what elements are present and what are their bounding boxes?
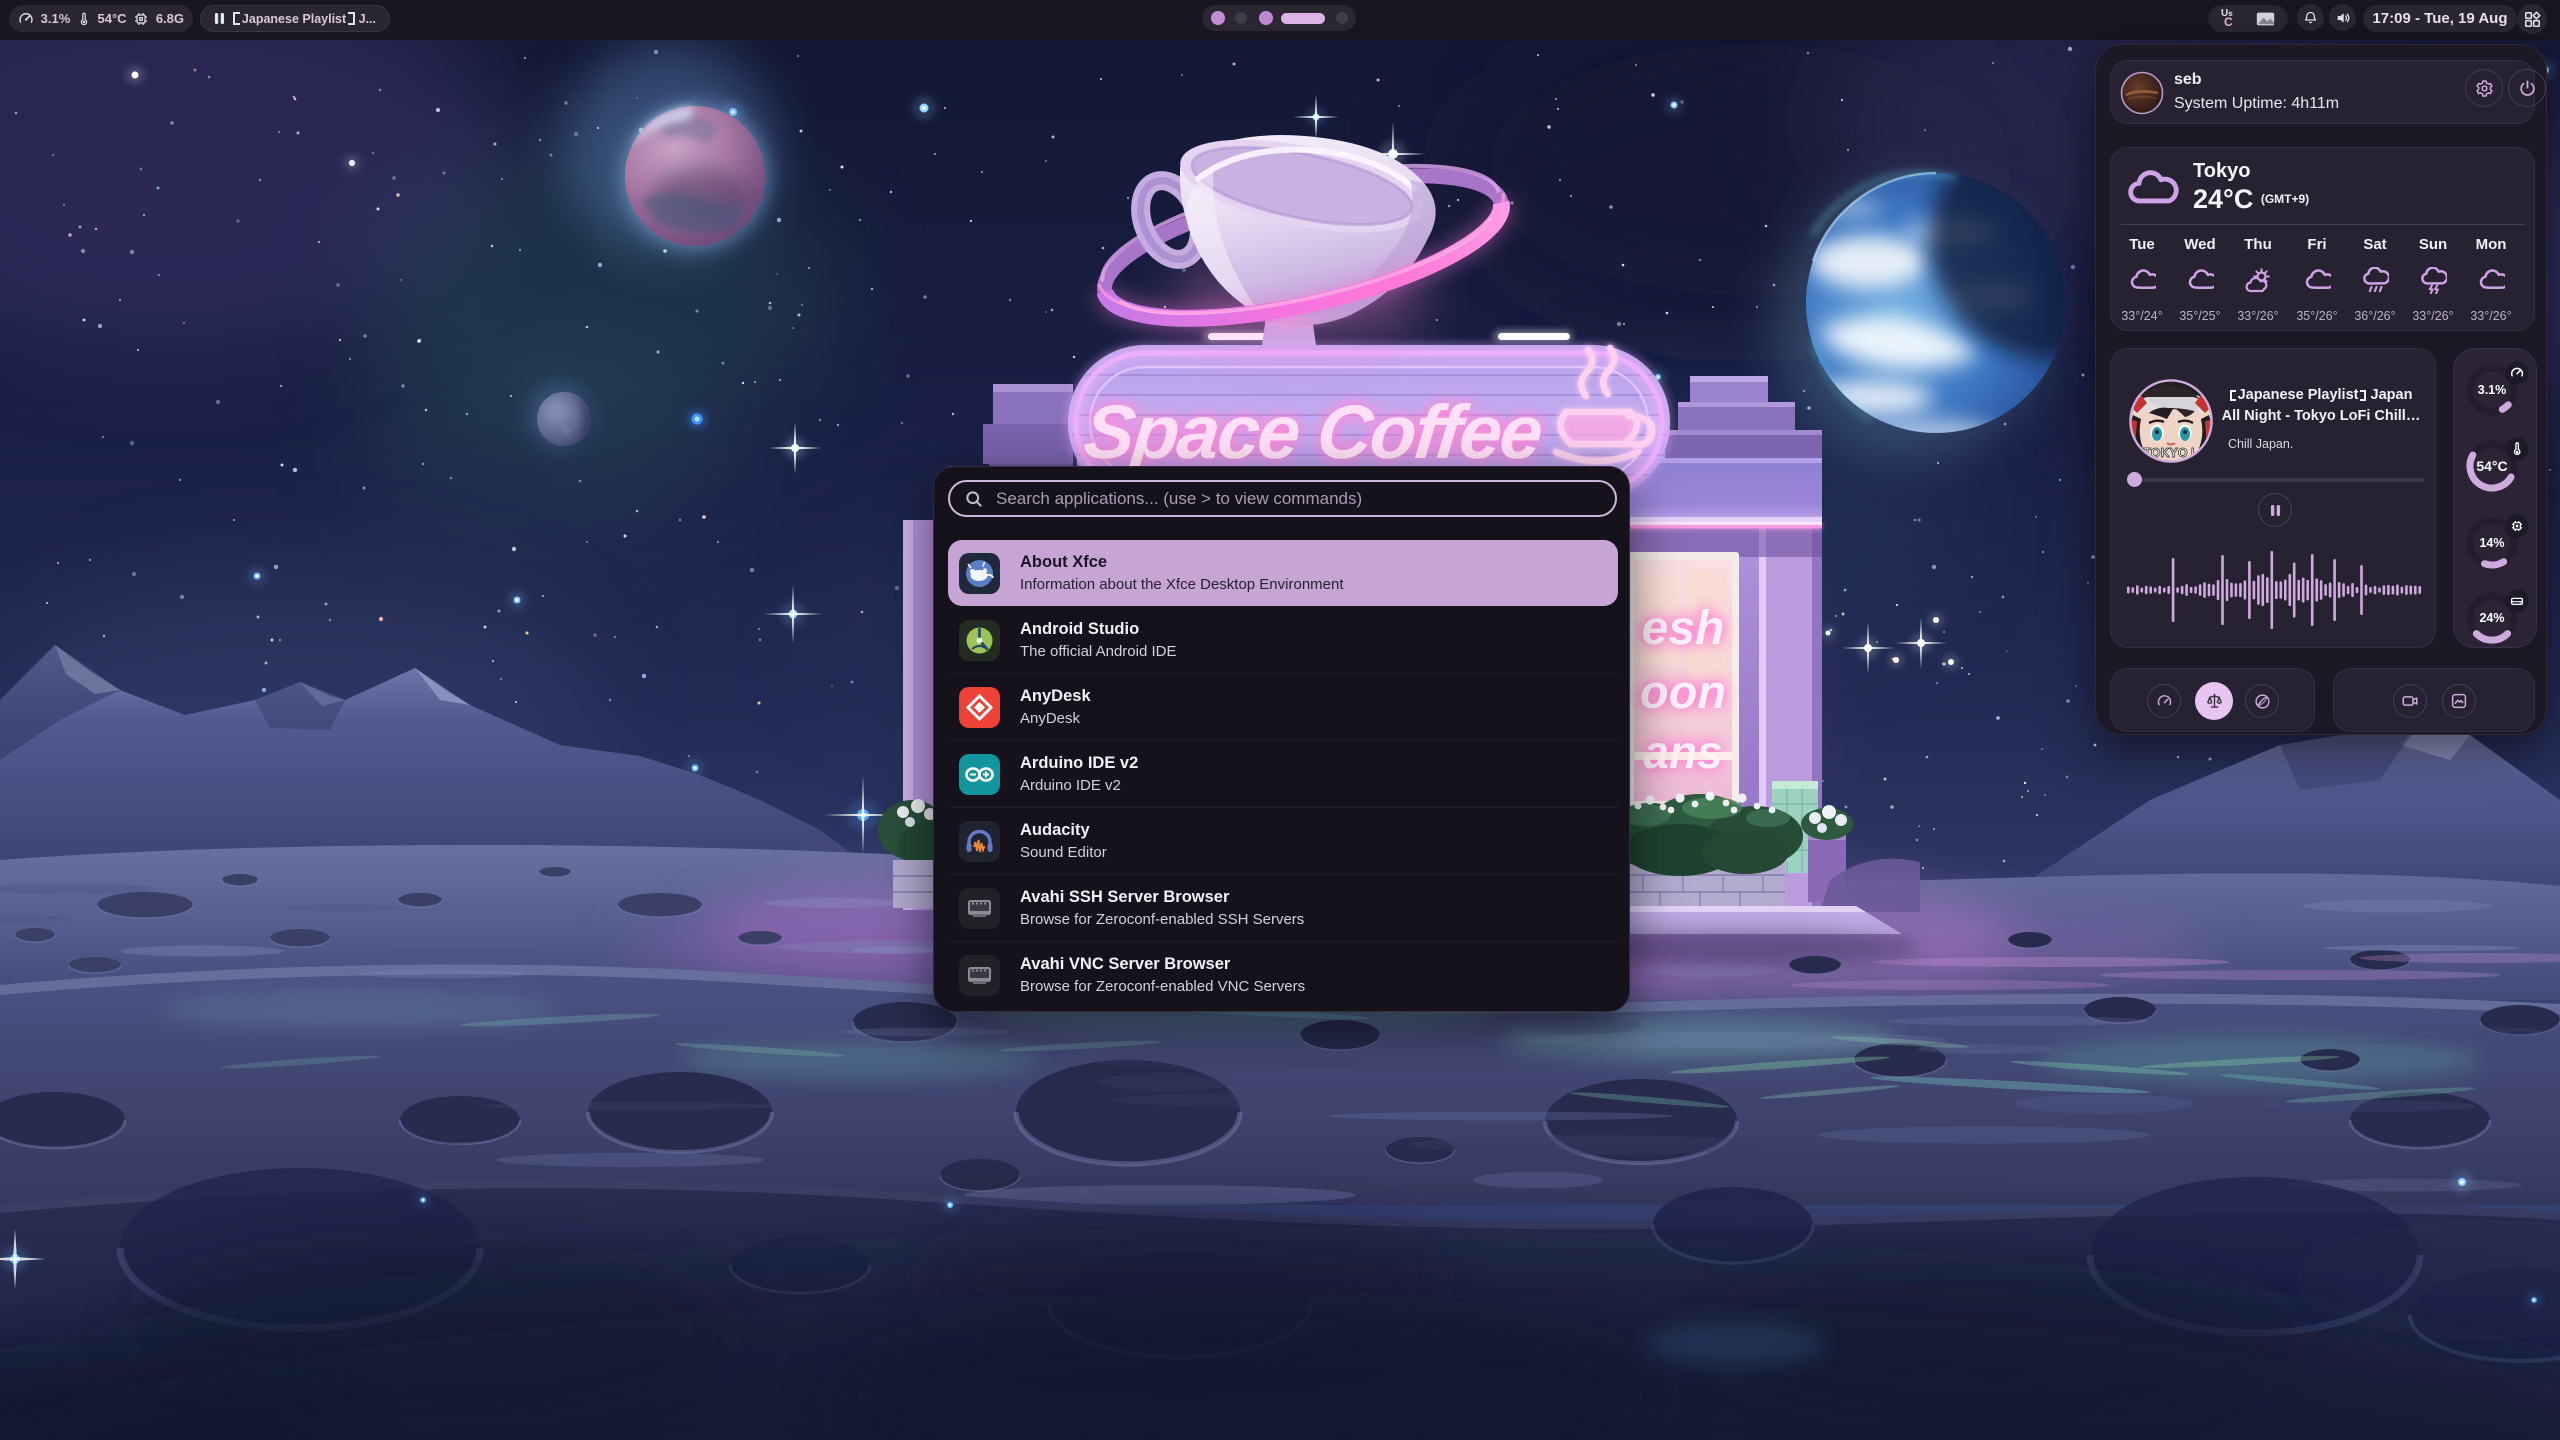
svg-text:3.1%: 3.1%	[2478, 383, 2507, 397]
svg-text:oon: oon	[1640, 665, 1726, 718]
svg-text:esh: esh	[1642, 602, 1725, 655]
svg-text:14%: 14%	[2479, 536, 2504, 550]
svg-text:54°C: 54°C	[2476, 458, 2507, 474]
svg-text:24%: 24%	[2479, 611, 2504, 625]
svg-text:Space Coffee: Space Coffee	[1080, 390, 1546, 475]
